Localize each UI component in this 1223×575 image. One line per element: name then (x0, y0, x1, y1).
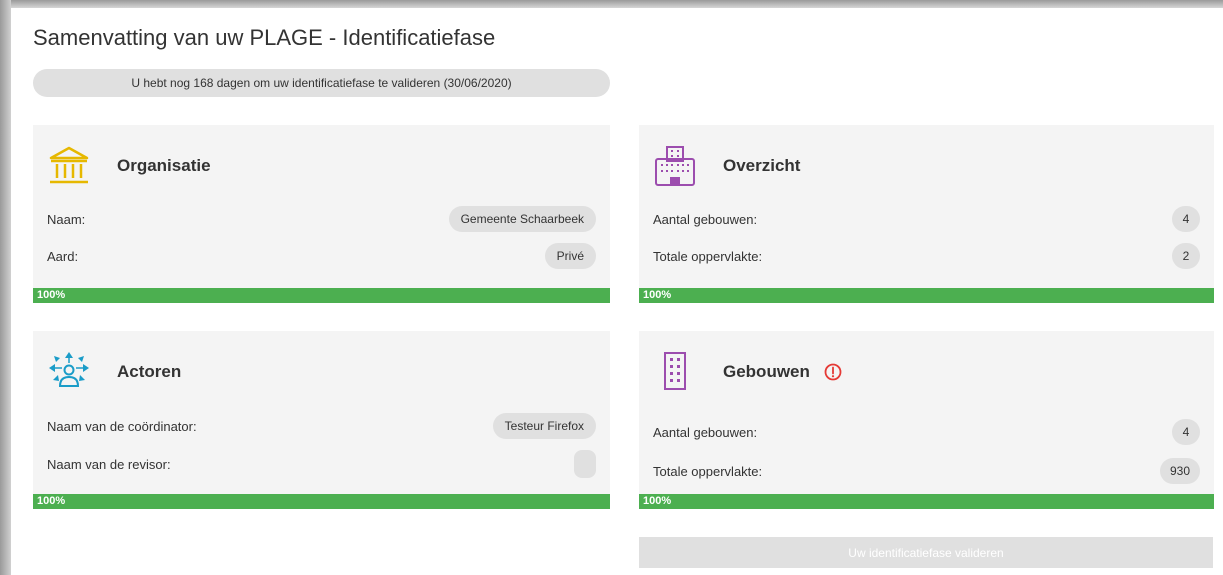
row-totale-oppervlakte: Totale oppervlakte: 930 (653, 458, 1200, 484)
row-value-pill: 2 (1172, 243, 1200, 269)
row-value-pill: 4 (1172, 419, 1200, 445)
page-title: Samenvatting van uw PLAGE - Identificati… (33, 25, 496, 50)
row-label: Naam van de revisor: (47, 456, 171, 472)
row-label: Totale oppervlakte: (653, 248, 763, 264)
card-header: Actoren (45, 347, 181, 397)
progress-label: 100% (37, 289, 66, 301)
progress-fill: 100% (639, 494, 1214, 509)
office-building-icon (651, 142, 699, 190)
row-value-pill: Gemeente Schaarbeek (448, 206, 596, 232)
card-title: Actoren (117, 362, 182, 381)
card-actoren: Actoren Naam van de coördinator: Testeur… (33, 331, 610, 509)
progress-bar: 100% (33, 494, 610, 509)
progress-fill: 100% (33, 288, 610, 303)
building-icon (651, 348, 699, 396)
row-revisor: Naam van de revisor: (47, 450, 596, 478)
row-label: Totale oppervlakte: (653, 463, 763, 479)
progress-label: 100% (37, 495, 66, 507)
progress-label: 100% (643, 289, 672, 301)
progress-bar: 100% (33, 288, 610, 303)
card-title: Overzicht (723, 156, 801, 175)
row-label: Aantal gebouwen: (653, 424, 758, 440)
row-value-pill: 930 (1159, 458, 1200, 484)
row-totale-oppervlakte: Totale oppervlakte: 2 (653, 243, 1200, 269)
window-frame-top (0, 0, 1223, 8)
alert-circle-icon[interactable] (824, 363, 842, 381)
progress-bar: 100% (639, 494, 1214, 509)
card-organisatie: Organisatie Naam: Gemeente Schaarbeek Aa… (33, 125, 610, 303)
row-value-pill: Testeur Firefox (492, 413, 596, 439)
progress-fill: 100% (639, 288, 1214, 303)
card-gebouwen: Gebouwen Aantal gebouwen: 4 Totale opper… (639, 331, 1214, 509)
row-aantal-gebouwen: Aantal gebouwen: 4 (653, 206, 1200, 232)
row-coordinator: Naam van de coördinator: Testeur Firefox (47, 413, 596, 439)
card-header: Overzicht (651, 141, 800, 191)
institution-icon (45, 142, 93, 190)
row-label: Naam van de coördinator: (47, 418, 197, 434)
row-aard: Aard: Privé (47, 243, 596, 269)
validate-identification-button[interactable]: Uw identificatiefase valideren (639, 537, 1213, 568)
card-title: Organisatie (117, 156, 211, 175)
card-header: Organisatie (45, 141, 211, 191)
row-label: Aard: (47, 248, 79, 264)
row-aantal-gebouwen: Aantal gebouwen: 4 (653, 419, 1200, 445)
row-value-pill: Privé (544, 243, 596, 269)
card-overzicht: Overzicht Aantal gebouwen: 4 Totale oppe… (639, 125, 1214, 303)
row-naam: Naam: Gemeente Schaarbeek (47, 206, 596, 232)
row-label: Naam: (47, 211, 86, 227)
row-value-pill (574, 450, 596, 478)
row-value-pill: 4 (1172, 206, 1200, 232)
progress-bar: 100% (639, 288, 1214, 303)
row-label: Aantal gebouwen: (653, 211, 758, 227)
progress-label: 100% (643, 495, 672, 507)
window-frame-left (0, 0, 11, 575)
card-title: Gebouwen (723, 362, 810, 381)
summary-page: Samenvatting van uw PLAGE - Identificati… (11, 8, 1223, 575)
deadline-banner: U hebt nog 168 dagen om uw identificatie… (33, 69, 610, 97)
actors-network-icon (45, 348, 93, 396)
progress-fill: 100% (33, 494, 610, 509)
card-header: Gebouwen (651, 347, 842, 397)
